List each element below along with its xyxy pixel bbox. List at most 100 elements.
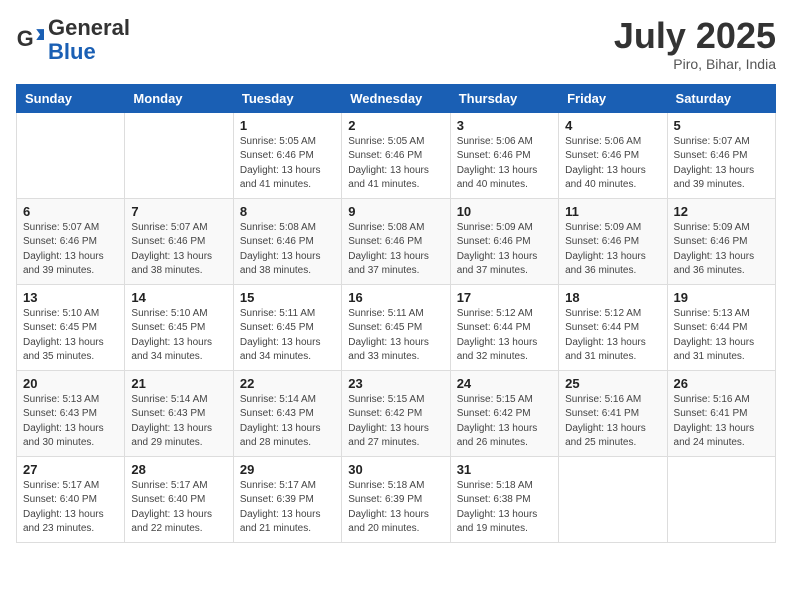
day-info: Sunrise: 5:13 AM Sunset: 6:43 PM Dayligh… xyxy=(23,393,118,451)
calendar-cell: 25 Sunrise: 5:16 AM Sunset: 6:41 PM Dayli… xyxy=(559,370,667,456)
calendar-cell: 31Sunrise: 5:18 AM Sunset: 6:38 PM Dayli… xyxy=(450,456,558,542)
day-info: Sunrise: 5:09 AM Sunset: 6:46 PM Dayligh… xyxy=(565,221,660,279)
day-info: Sunrise: 5:06 AM Sunset: 6:46 PM Dayligh… xyxy=(565,135,660,193)
month-title: July 2025 xyxy=(614,16,776,56)
day-number: 25 xyxy=(565,376,660,391)
day-number: 9 xyxy=(348,204,443,219)
calendar-week-row: 1Sunrise: 5:05 AM Sunset: 6:46 PM Daylig… xyxy=(17,112,776,198)
day-info: Sunrise: 5:17 AM Sunset: 6:40 PM Dayligh… xyxy=(23,479,118,537)
col-header-thursday: Thursday xyxy=(450,84,558,112)
day-number: 10 xyxy=(457,204,552,219)
calendar-cell: 11 Sunrise: 5:09 AM Sunset: 6:46 PM Dayli… xyxy=(559,198,667,284)
calendar-cell: 10 Sunrise: 5:09 AM Sunset: 6:46 PM Dayli… xyxy=(450,198,558,284)
calendar-cell: 29 Sunrise: 5:17 AM Sunset: 6:39 PM Dayli… xyxy=(233,456,341,542)
day-info: Sunrise: 5:17 AM Sunset: 6:39 PM Dayligh… xyxy=(240,479,335,537)
day-info: Sunrise: 5:17 AM Sunset: 6:40 PM Dayligh… xyxy=(131,479,226,537)
day-info: Sunrise: 5:15 AM Sunset: 6:42 PM Dayligh… xyxy=(348,393,443,451)
day-info: Sunrise: 5:13 AM Sunset: 6:44 PM Dayligh… xyxy=(674,307,769,365)
day-number: 4 xyxy=(565,118,660,133)
day-info: Sunrise: 5:14 AM Sunset: 6:43 PM Dayligh… xyxy=(131,393,226,451)
day-info: Sunrise: 5:08 AM Sunset: 6:46 PM Dayligh… xyxy=(240,221,335,279)
day-number: 23 xyxy=(348,376,443,391)
calendar-cell: 14 Sunrise: 5:10 AM Sunset: 6:45 PM Dayli… xyxy=(125,284,233,370)
calendar-cell: 28Sunrise: 5:17 AM Sunset: 6:40 PM Dayli… xyxy=(125,456,233,542)
day-number: 18 xyxy=(565,290,660,305)
calendar-cell: 15 Sunrise: 5:11 AM Sunset: 6:45 PM Dayli… xyxy=(233,284,341,370)
day-info: Sunrise: 5:12 AM Sunset: 6:44 PM Dayligh… xyxy=(565,307,660,365)
day-number: 31 xyxy=(457,462,552,477)
day-number: 5 xyxy=(674,118,769,133)
day-number: 2 xyxy=(348,118,443,133)
day-number: 3 xyxy=(457,118,552,133)
logo-general-text: General xyxy=(48,15,130,40)
day-info: Sunrise: 5:08 AM Sunset: 6:46 PM Dayligh… xyxy=(348,221,443,279)
calendar-cell: 1Sunrise: 5:05 AM Sunset: 6:46 PM Daylig… xyxy=(233,112,341,198)
day-number: 7 xyxy=(131,204,226,219)
day-info: Sunrise: 5:16 AM Sunset: 6:41 PM Dayligh… xyxy=(674,393,769,451)
day-info: Sunrise: 5:16 AM Sunset: 6:41 PM Dayligh… xyxy=(565,393,660,451)
day-info: Sunrise: 5:10 AM Sunset: 6:45 PM Dayligh… xyxy=(131,307,226,365)
svg-text:G: G xyxy=(17,26,34,51)
calendar-cell: 30Sunrise: 5:18 AM Sunset: 6:39 PM Dayli… xyxy=(342,456,450,542)
calendar-cell: 20 Sunrise: 5:13 AM Sunset: 6:43 PM Dayli… xyxy=(17,370,125,456)
day-number: 6 xyxy=(23,204,118,219)
calendar-cell: 7 Sunrise: 5:07 AM Sunset: 6:46 PM Daylig… xyxy=(125,198,233,284)
day-number: 22 xyxy=(240,376,335,391)
logo-icon: G xyxy=(16,26,44,54)
calendar-cell: 5 Sunrise: 5:07 AM Sunset: 6:46 PM Daylig… xyxy=(667,112,775,198)
calendar-cell: 9 Sunrise: 5:08 AM Sunset: 6:46 PM Daylig… xyxy=(342,198,450,284)
day-number: 20 xyxy=(23,376,118,391)
day-number: 30 xyxy=(348,462,443,477)
day-number: 26 xyxy=(674,376,769,391)
day-number: 19 xyxy=(674,290,769,305)
day-info: Sunrise: 5:15 AM Sunset: 6:42 PM Dayligh… xyxy=(457,393,552,451)
col-header-wednesday: Wednesday xyxy=(342,84,450,112)
day-info: Sunrise: 5:11 AM Sunset: 6:45 PM Dayligh… xyxy=(240,307,335,365)
day-number: 16 xyxy=(348,290,443,305)
day-info: Sunrise: 5:09 AM Sunset: 6:46 PM Dayligh… xyxy=(457,221,552,279)
calendar-cell xyxy=(125,112,233,198)
calendar-cell xyxy=(559,456,667,542)
calendar-cell: 12Sunrise: 5:09 AM Sunset: 6:46 PM Dayli… xyxy=(667,198,775,284)
location-text: Piro, Bihar, India xyxy=(614,56,776,72)
calendar-cell: 24Sunrise: 5:15 AM Sunset: 6:42 PM Dayli… xyxy=(450,370,558,456)
col-header-saturday: Saturday xyxy=(667,84,775,112)
calendar-cell: 22 Sunrise: 5:14 AM Sunset: 6:43 PM Dayli… xyxy=(233,370,341,456)
day-info: Sunrise: 5:10 AM Sunset: 6:45 PM Dayligh… xyxy=(23,307,118,365)
calendar-cell: 21Sunrise: 5:14 AM Sunset: 6:43 PM Dayli… xyxy=(125,370,233,456)
calendar-cell: 17Sunrise: 5:12 AM Sunset: 6:44 PM Dayli… xyxy=(450,284,558,370)
day-info: Sunrise: 5:07 AM Sunset: 6:46 PM Dayligh… xyxy=(131,221,226,279)
day-info: Sunrise: 5:12 AM Sunset: 6:44 PM Dayligh… xyxy=(457,307,552,365)
calendar-table: SundayMondayTuesdayWednesdayThursdayFrid… xyxy=(16,84,776,543)
col-header-sunday: Sunday xyxy=(17,84,125,112)
calendar-cell: 18 Sunrise: 5:12 AM Sunset: 6:44 PM Dayli… xyxy=(559,284,667,370)
day-number: 15 xyxy=(240,290,335,305)
calendar-cell: 23 Sunrise: 5:15 AM Sunset: 6:42 PM Dayli… xyxy=(342,370,450,456)
calendar-cell: 16Sunrise: 5:11 AM Sunset: 6:45 PM Dayli… xyxy=(342,284,450,370)
day-info: Sunrise: 5:07 AM Sunset: 6:46 PM Dayligh… xyxy=(23,221,118,279)
calendar-week-row: 27 Sunrise: 5:17 AM Sunset: 6:40 PM Dayli… xyxy=(17,456,776,542)
day-number: 29 xyxy=(240,462,335,477)
calendar-week-row: 20 Sunrise: 5:13 AM Sunset: 6:43 PM Dayli… xyxy=(17,370,776,456)
calendar-header-row: SundayMondayTuesdayWednesdayThursdayFrid… xyxy=(17,84,776,112)
col-header-friday: Friday xyxy=(559,84,667,112)
day-info: Sunrise: 5:07 AM Sunset: 6:46 PM Dayligh… xyxy=(674,135,769,193)
calendar-cell xyxy=(667,456,775,542)
day-info: Sunrise: 5:05 AM Sunset: 6:46 PM Dayligh… xyxy=(348,135,443,193)
calendar-cell: 8 Sunrise: 5:08 AM Sunset: 6:46 PM Daylig… xyxy=(233,198,341,284)
day-number: 27 xyxy=(23,462,118,477)
calendar-cell: 26 Sunrise: 5:16 AM Sunset: 6:41 PM Dayli… xyxy=(667,370,775,456)
logo: G General Blue xyxy=(16,16,130,64)
calendar-cell: 27 Sunrise: 5:17 AM Sunset: 6:40 PM Dayli… xyxy=(17,456,125,542)
day-number: 13 xyxy=(23,290,118,305)
day-info: Sunrise: 5:14 AM Sunset: 6:43 PM Dayligh… xyxy=(240,393,335,451)
calendar-cell xyxy=(17,112,125,198)
calendar-cell: 4 Sunrise: 5:06 AM Sunset: 6:46 PM Daylig… xyxy=(559,112,667,198)
day-info: Sunrise: 5:06 AM Sunset: 6:46 PM Dayligh… xyxy=(457,135,552,193)
day-number: 11 xyxy=(565,204,660,219)
day-number: 14 xyxy=(131,290,226,305)
logo-blue-text: Blue xyxy=(48,39,96,64)
calendar-week-row: 13 Sunrise: 5:10 AM Sunset: 6:45 PM Dayli… xyxy=(17,284,776,370)
page-header: G General Blue July 2025 Piro, Bihar, In… xyxy=(16,16,776,72)
day-number: 8 xyxy=(240,204,335,219)
